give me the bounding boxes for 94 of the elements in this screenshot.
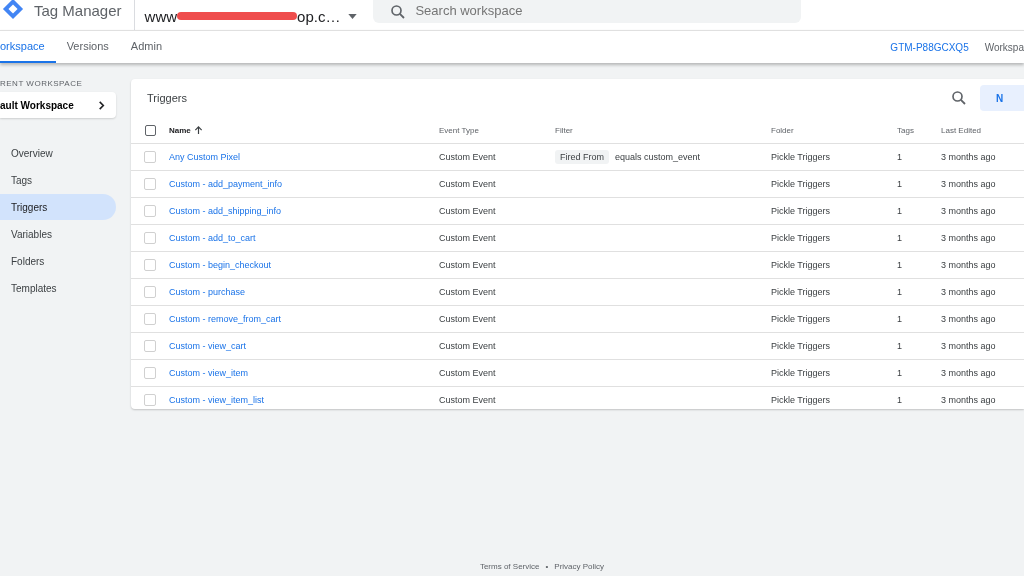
row-checkbox[interactable] <box>144 340 156 352</box>
trigger-name-link[interactable]: Custom - view_item <box>169 368 249 378</box>
workspace-label: Workspa <box>984 41 1024 53</box>
table-cell-text: 3 months ago <box>941 152 997 162</box>
sidebar-item[interactable]: Folders <box>0 248 116 274</box>
trigger-name-link[interactable]: Custom - remove_from_cart <box>169 314 282 324</box>
trigger-name-link[interactable]: Custom - add_payment_info <box>169 179 283 189</box>
table-cell-text: Pickle Triggers <box>771 287 832 297</box>
column-header: Last Edited <box>941 125 983 135</box>
table-cell-text: 3 months ago <box>941 233 997 243</box>
account-selector[interactable]: www op.c… <box>144 7 358 25</box>
table-cell-text: 1 <box>897 206 903 216</box>
sidebar-item[interactable]: Triggers <box>0 194 116 220</box>
table-cell-text: Custom Event <box>439 341 497 351</box>
trigger-name-link[interactable]: Custom - view_cart <box>169 341 247 351</box>
nav-tab[interactable]: Admin <box>119 31 174 63</box>
card-title: Triggers <box>147 92 187 104</box>
section-heading: RENT WORKSPACE <box>0 79 84 88</box>
table-cell-text: 3 months ago <box>941 260 997 270</box>
column-header[interactable]: Name <box>169 125 191 135</box>
table-cell-text: 1 <box>897 314 903 324</box>
row-checkbox[interactable] <box>144 259 156 271</box>
table-cell-text: Pickle Triggers <box>771 206 832 216</box>
table-cell-text: Pickle Triggers <box>771 152 832 162</box>
column-header: Event Type <box>439 125 480 135</box>
table-cell-text: Custom Event <box>439 206 497 216</box>
table-cell-text: Pickle Triggers <box>771 341 832 351</box>
table-cell-text: Pickle Triggers <box>771 260 832 270</box>
table-cell-text: Custom Event <box>439 152 497 162</box>
table-cell-text: Custom Event <box>439 368 497 378</box>
trigger-name-link[interactable]: Custom - view_item_list <box>169 395 265 405</box>
sidebar-item[interactable]: Variables <box>0 221 116 247</box>
table-cell-text: Pickle Triggers <box>771 368 832 378</box>
column-header: Filter <box>555 125 574 135</box>
table-cell-text: Pickle Triggers <box>771 179 832 189</box>
table-cell-text: Custom Event <box>439 287 497 297</box>
row-checkbox[interactable] <box>144 232 156 244</box>
trigger-name-link[interactable]: Any Custom Pixel <box>169 152 241 162</box>
chevron-right-icon <box>97 100 106 110</box>
new-button[interactable]: N <box>980 85 1024 111</box>
trigger-name-link[interactable]: Custom - purchase <box>169 287 246 297</box>
separator-dot: • <box>545 562 549 573</box>
sidebar-item[interactable]: Overview <box>0 140 116 166</box>
row-checkbox[interactable] <box>144 313 156 325</box>
trigger-name-link[interactable]: Custom - begin_checkout <box>169 260 272 270</box>
table-cell-text: 3 months ago <box>941 341 997 351</box>
table-cell-text: Custom Event <box>439 395 497 405</box>
sort-arrow-icon <box>193 125 203 135</box>
table-cell-text: 1 <box>897 179 903 189</box>
row-checkbox[interactable] <box>144 394 156 406</box>
table-cell-text: 3 months ago <box>941 395 997 405</box>
footer-link[interactable]: Privacy Policy <box>554 562 605 576</box>
nav-tab[interactable]: Versions <box>55 31 120 63</box>
search-field[interactable]: Search workspace <box>373 0 802 23</box>
container-id-link[interactable]: GTM-P88GCXQ5 <box>890 41 969 53</box>
column-header: Tags <box>897 125 915 135</box>
sidebar-item[interactable]: Tags <box>0 167 116 193</box>
table-cell-text: 3 months ago <box>941 179 997 189</box>
table-cell-text: 1 <box>897 368 903 378</box>
search-icon[interactable] <box>950 89 968 107</box>
row-checkbox[interactable] <box>144 178 156 190</box>
table-cell-text: 3 months ago <box>941 206 997 216</box>
row-checkbox[interactable] <box>144 286 156 298</box>
table-cell-text: 1 <box>897 395 903 405</box>
table-cell-text: 1 <box>897 260 903 270</box>
trigger-name-link[interactable]: Custom - add_to_cart <box>169 233 256 243</box>
table-cell-text: Pickle Triggers <box>771 395 832 405</box>
sidebar-item[interactable]: Templates <box>0 275 116 301</box>
filter-variable-chip: Fired From <box>555 150 609 164</box>
table-cell-text: Pickle Triggers <box>771 314 832 324</box>
table-cell-text: 1 <box>897 341 903 351</box>
workspace-selector[interactable]: ault Workspace <box>0 92 116 118</box>
table-cell-text: 3 months ago <box>941 368 997 378</box>
table-cell-text: Pickle Triggers <box>771 233 832 243</box>
table-cell-text: Custom Event <box>439 314 497 324</box>
filter-condition: equals custom_event <box>615 152 701 162</box>
table-cell-text: Custom Event <box>439 233 497 243</box>
select-all-checkbox[interactable] <box>144 124 156 136</box>
row-checkbox[interactable] <box>144 205 156 217</box>
column-header: Folder <box>771 125 795 135</box>
row-checkbox[interactable] <box>144 151 156 163</box>
trigger-name-link[interactable]: Custom - add_shipping_info <box>169 206 282 216</box>
table-cell-text: 1 <box>897 233 903 243</box>
table-cell-text: Custom Event <box>439 260 497 270</box>
table-cell-text: Custom Event <box>439 179 497 189</box>
row-checkbox[interactable] <box>144 367 156 379</box>
footer-link[interactable]: Terms of Service <box>479 562 540 576</box>
table-cell-text: 1 <box>897 287 903 297</box>
table-cell-text: 3 months ago <box>941 287 997 297</box>
product-name: Tag Manager <box>34 1 122 19</box>
table-cell-text: 3 months ago <box>941 314 997 324</box>
nav-tab[interactable]: orkspace <box>0 31 56 63</box>
table-cell-text: 1 <box>897 152 903 162</box>
dropdown-caret-icon <box>348 13 358 19</box>
